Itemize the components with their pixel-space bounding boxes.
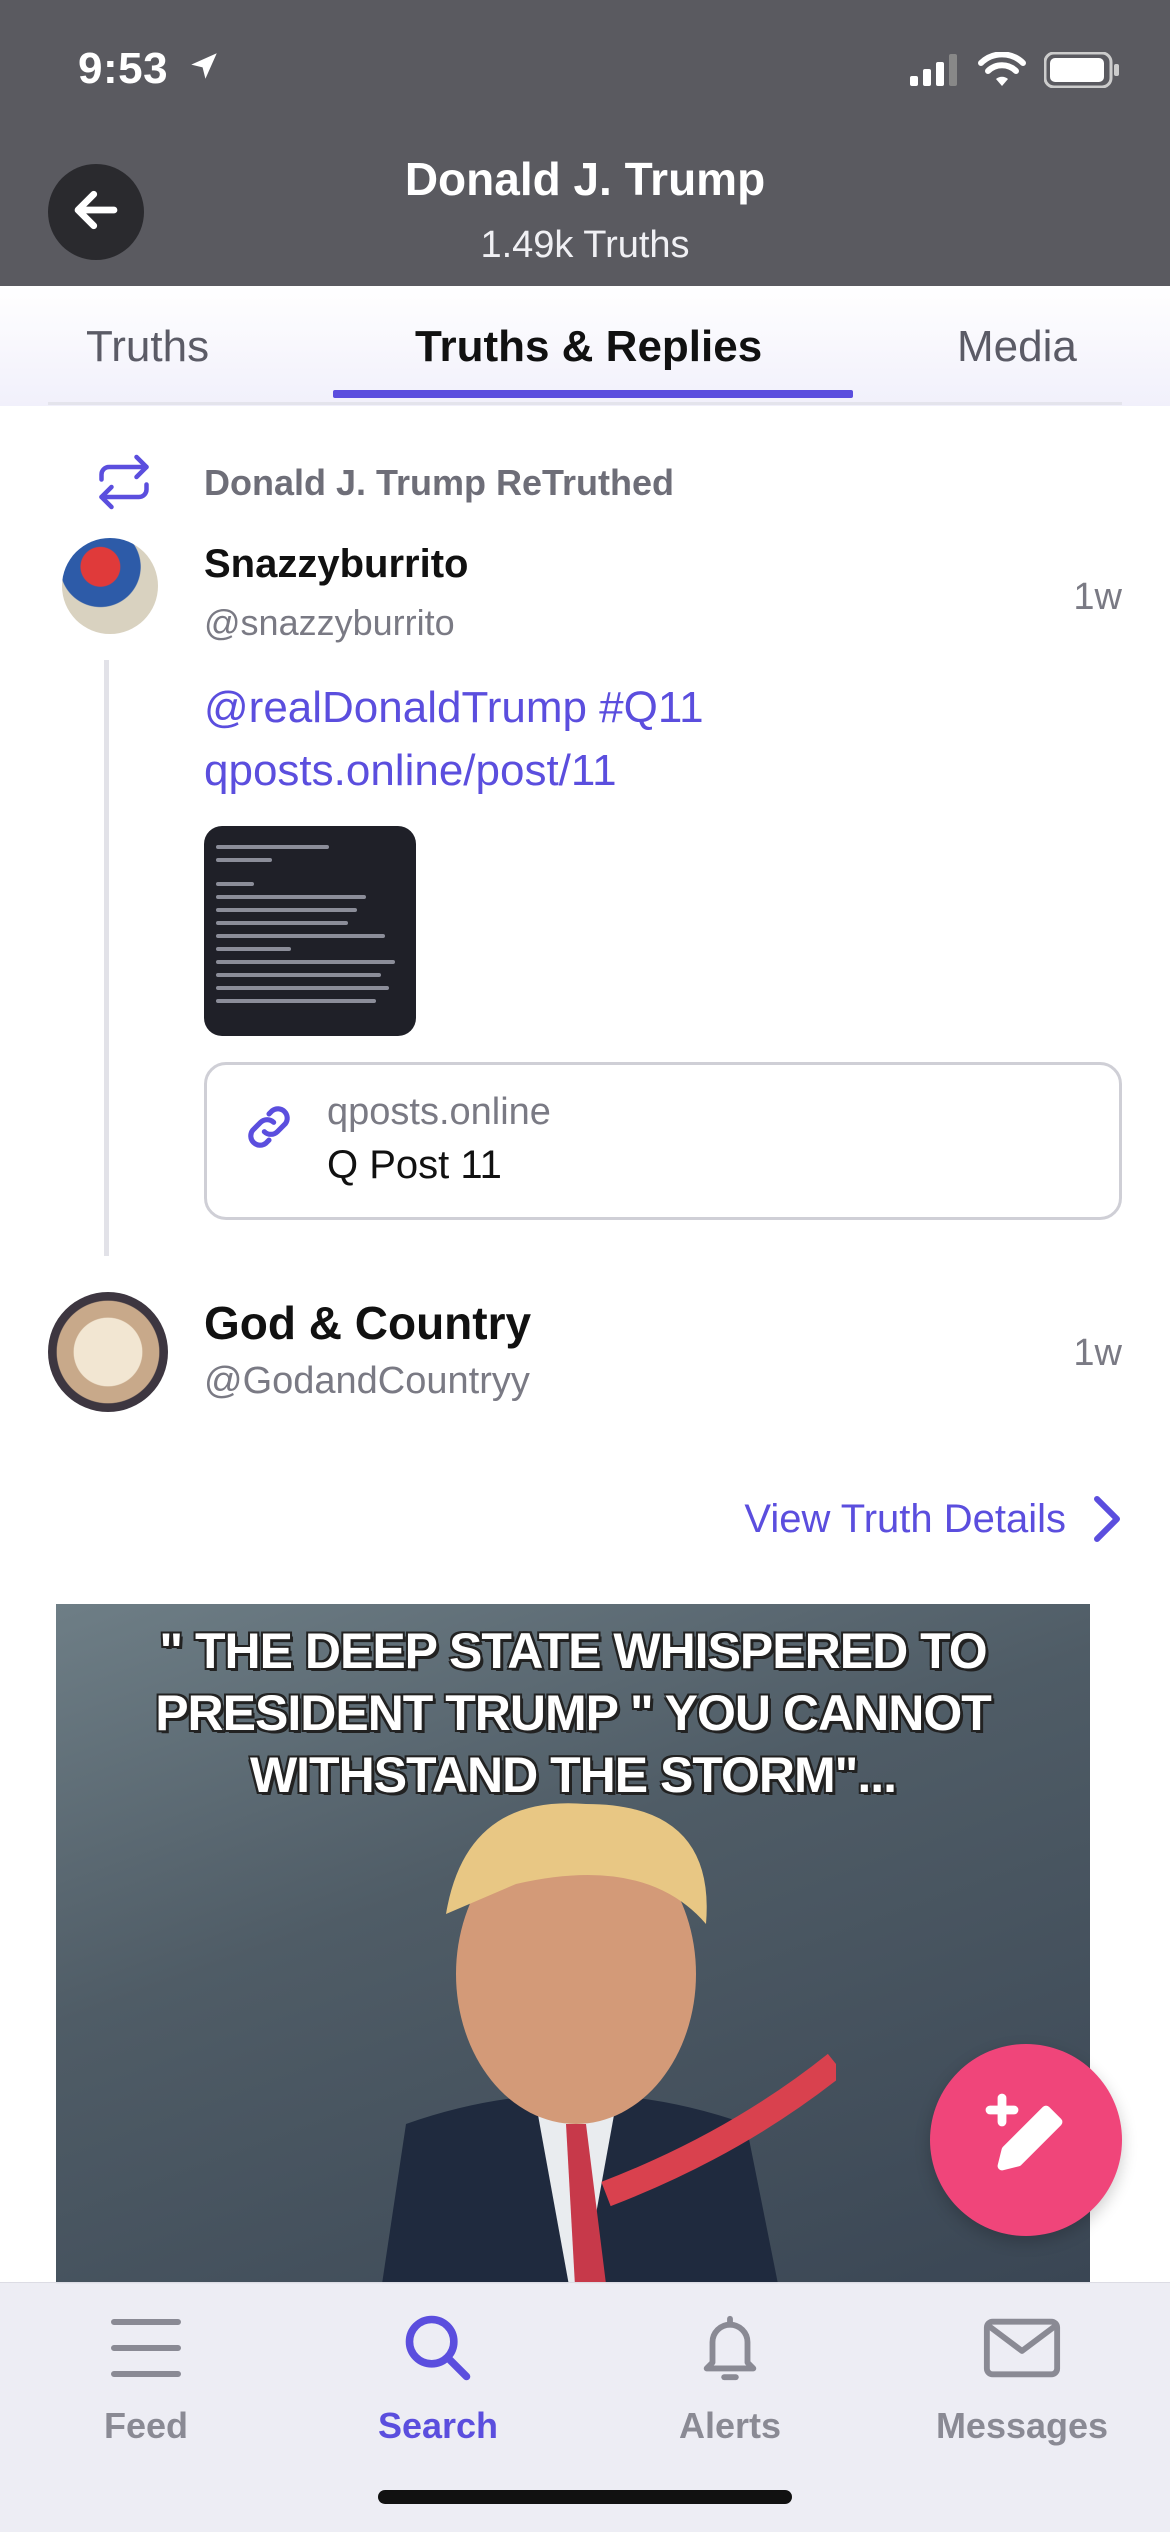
- link-title: Q Post 11: [327, 1143, 502, 1187]
- view-truth-details-link[interactable]: View Truth Details: [744, 1494, 1122, 1544]
- profile-header: 9:53 Donald J. Trump 1.49k Truths: [0, 0, 1170, 286]
- nav-messages[interactable]: Messages: [876, 2303, 1168, 2447]
- bell-icon: [584, 2303, 876, 2393]
- feed-icon: [0, 2303, 292, 2393]
- link-preview-card[interactable]: qposts.online Q Post 11: [204, 1062, 1122, 1220]
- active-tab-indicator: [333, 390, 853, 398]
- author-name[interactable]: Snazzyburrito: [204, 542, 468, 587]
- divider: [48, 402, 1122, 405]
- post-time: 1w: [1073, 576, 1122, 618]
- compose-pencil-icon: [978, 2090, 1074, 2191]
- post-image[interactable]: " THE DEEP STATE WHISPERED TO PRESIDENT …: [56, 1604, 1090, 2284]
- avatar[interactable]: [62, 538, 158, 634]
- author-handle[interactable]: @GodandCountryy: [204, 1360, 530, 1403]
- tab-media[interactable]: Media: [957, 322, 1077, 372]
- home-indicator: [378, 2490, 792, 2504]
- tab-truths[interactable]: Truths: [86, 322, 209, 372]
- truth-count: 1.49k Truths: [480, 224, 690, 266]
- wifi-icon: [978, 51, 1026, 93]
- thread-line: [104, 660, 109, 1256]
- view-details-label: View Truth Details: [744, 1496, 1066, 1541]
- link-icon: [241, 1099, 297, 1160]
- status-time: 9:53: [78, 44, 221, 94]
- author-handle[interactable]: @snazzyburrito: [204, 602, 455, 644]
- avatar[interactable]: [48, 1292, 168, 1412]
- battery-icon: [1043, 51, 1120, 93]
- search-icon: [292, 2303, 584, 2393]
- author-name[interactable]: God & Country: [204, 1296, 531, 1350]
- profile-tabs: Truths Truths & Replies Media: [0, 286, 1170, 406]
- nav-alerts[interactable]: Alerts: [584, 2303, 876, 2447]
- tab-truths-and-replies[interactable]: Truths & Replies: [415, 322, 762, 372]
- post-time: 1w: [1073, 1332, 1122, 1374]
- post-image-thumbnail[interactable]: [204, 826, 416, 1036]
- meme-caption: " THE DEEP STATE WHISPERED TO PRESIDENT …: [155, 1623, 992, 1803]
- signal-icon: [910, 54, 960, 91]
- chevron-right-icon: [1094, 1496, 1120, 1542]
- status-icons: [910, 51, 1120, 93]
- page-title: Donald J. Trump: [404, 153, 766, 205]
- post-text[interactable]: @realDonaldTrump #Q11 qposts.online/post…: [204, 676, 1104, 802]
- nav-feed[interactable]: Feed: [0, 2303, 292, 2447]
- nav-search[interactable]: Search: [292, 2303, 584, 2447]
- location-arrow-icon: [187, 44, 221, 94]
- retruth-label: Donald J. Trump ReTruthed: [204, 462, 675, 503]
- compose-button[interactable]: [930, 2044, 1122, 2236]
- retruth-icon: [94, 452, 154, 512]
- link-domain: qposts.online: [327, 1091, 551, 1133]
- portrait-illustration: [382, 1803, 836, 2284]
- envelope-icon: [876, 2303, 1168, 2393]
